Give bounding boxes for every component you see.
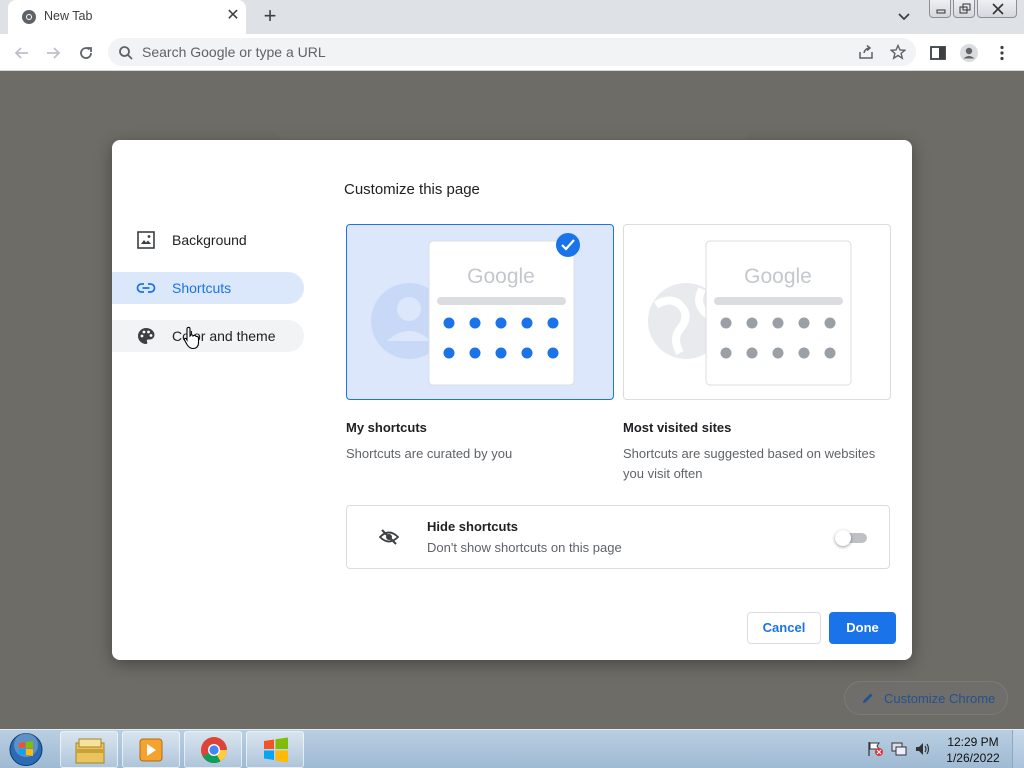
minimize-button[interactable] [929, 0, 951, 18]
hide-shortcuts-title: Hide shortcuts [427, 519, 519, 534]
menu-kebab-icon[interactable] [992, 43, 1012, 63]
tab-title: New Tab [44, 9, 93, 23]
selected-check-icon [556, 233, 580, 257]
bookmark-star-icon[interactable] [890, 44, 906, 60]
start-button-windows-icon[interactable] [6, 731, 46, 768]
my-shortcuts-card[interactable]: Google [346, 224, 614, 400]
hand-cursor-icon [183, 326, 200, 350]
system-clock[interactable]: 12:29 PM 1/26/2022 [940, 734, 1006, 766]
image-icon [137, 231, 155, 249]
taskbar-media-player-button[interactable] [122, 731, 180, 768]
palette-icon [138, 328, 155, 344]
media-player-icon [139, 738, 163, 762]
windows-flag-icon [264, 737, 288, 763]
pencil-icon [863, 693, 873, 703]
hide-shortcuts-toggle[interactable] [835, 530, 867, 546]
forward-arrow-icon[interactable] [43, 43, 63, 63]
taskbar-windows-button[interactable] [246, 731, 304, 768]
tab-new-tab[interactable]: New Tab ✕ [8, 0, 246, 34]
chrome-favicon-icon [22, 10, 36, 24]
side-panel-icon[interactable] [928, 43, 948, 63]
cancel-button[interactable]: Cancel [747, 612, 821, 644]
eye-off-icon [379, 529, 399, 545]
dimmed-logo-strip [278, 133, 748, 139]
most-visited-description: Shortcuts are suggested based on website… [623, 446, 876, 481]
chrome-icon [201, 737, 228, 764]
hide-shortcuts-row[interactable]: Hide shortcuts Don't show shortcuts on t… [346, 505, 890, 569]
link-icon [136, 283, 156, 293]
omnibox[interactable]: Search Google or type a URL [108, 38, 916, 66]
customize-chrome-button[interactable]: Customize Chrome [844, 681, 1008, 715]
close-window-button[interactable] [977, 0, 1017, 18]
customize-chrome-label: Customize Chrome [884, 691, 996, 706]
close-icon [992, 3, 1004, 15]
tab-search-chevron-icon[interactable] [895, 8, 913, 26]
explorer-icon [75, 738, 105, 764]
most-visited-illustration: Google [648, 240, 852, 386]
minimize-icon [936, 9, 946, 14]
restore-button[interactable] [953, 0, 975, 18]
network-icon[interactable] [890, 741, 908, 757]
share-icon[interactable] [858, 44, 874, 60]
clock-time: 12:29 PM [947, 735, 999, 749]
hide-shortcuts-description: Don't show shortcuts on this page [427, 540, 622, 555]
sidebar-item-label: Shortcuts [172, 280, 232, 296]
profile-avatar-icon[interactable] [959, 43, 979, 63]
my-shortcuts-description: Shortcuts are curated by you [346, 446, 513, 461]
done-button[interactable]: Done [829, 612, 896, 644]
action-center-flag-icon[interactable] [866, 741, 884, 757]
volume-icon[interactable] [914, 741, 932, 757]
taskbar-chrome-button[interactable] [184, 731, 242, 768]
card-logo-text: Google [467, 265, 535, 288]
omnibox-placeholder: Search Google or type a URL [142, 44, 326, 60]
sidebar-item-background[interactable]: Background [112, 224, 304, 256]
new-tab-button[interactable]: + [259, 5, 281, 27]
customize-dialog: Background Shortcuts Color and theme Cus… [112, 140, 912, 660]
windows-taskbar: 12:29 PM 1/26/2022 [0, 729, 1024, 768]
back-arrow-icon[interactable] [12, 43, 32, 63]
card-logo-text: Google [744, 265, 812, 288]
sidebar-item-label: Background [172, 232, 247, 248]
taskbar-explorer-button[interactable] [60, 731, 118, 768]
toggle-knob [835, 530, 851, 546]
reload-icon[interactable] [76, 43, 96, 63]
dialog-title: Customize this page [344, 181, 480, 198]
most-visited-card[interactable]: Google [623, 224, 891, 400]
my-shortcuts-title: My shortcuts [346, 420, 427, 435]
search-icon [119, 46, 133, 60]
most-visited-title: Most visited sites [623, 420, 732, 435]
sidebar-item-shortcuts[interactable]: Shortcuts [112, 272, 304, 304]
restore-icon [959, 3, 971, 14]
sidebar-item-color-theme[interactable]: Color and theme [112, 320, 304, 352]
browser-titlebar: New Tab ✕ + [0, 0, 1024, 34]
clock-date: 1/26/2022 [946, 751, 1000, 765]
browser-toolbar: Search Google or type a URL [0, 34, 1024, 71]
show-desktop-button[interactable] [1012, 730, 1024, 768]
tab-close-icon[interactable]: ✕ [224, 7, 242, 25]
